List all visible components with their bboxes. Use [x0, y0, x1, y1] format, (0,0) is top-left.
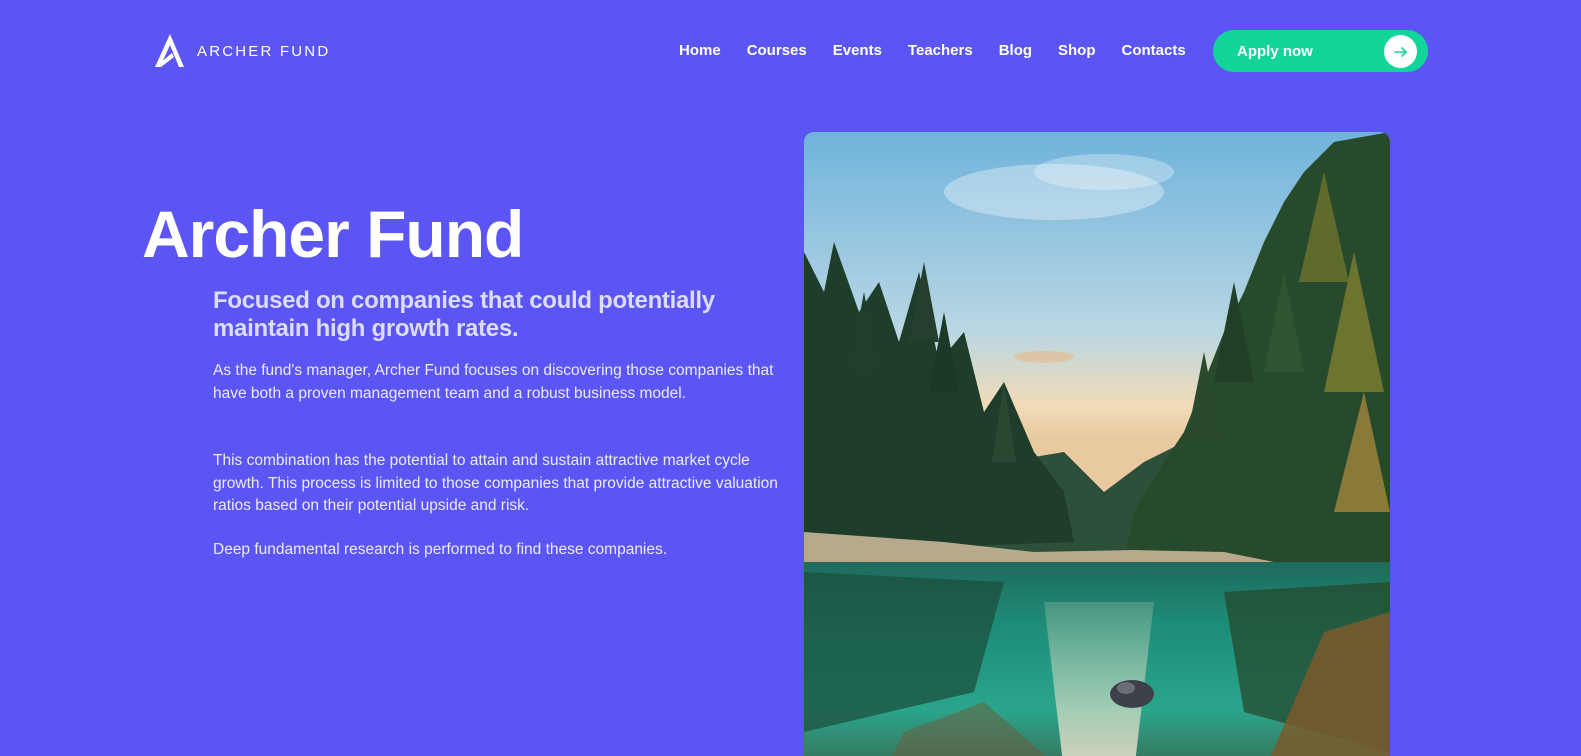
apply-now-button[interactable]: Apply now — [1213, 30, 1428, 72]
main-nav: Home Courses Events Teachers Blog Shop C… — [679, 41, 1212, 61]
lake-forest-photo — [804, 132, 1390, 756]
hero-paragraph-3: Deep fundamental research is performed t… — [213, 541, 668, 558]
hero-title: Archer Fund — [142, 197, 524, 271]
apply-now-label: Apply now — [1237, 42, 1313, 60]
hero-paragraph-2: This combination has the potential to at… — [213, 452, 778, 514]
nav-courses[interactable]: Courses — [747, 41, 807, 61]
nav-shop[interactable]: Shop — [1058, 41, 1096, 61]
nav-blog[interactable]: Blog — [999, 41, 1032, 61]
logo-text: ARCHER FUND — [197, 42, 331, 60]
nav-contacts[interactable]: Contacts — [1122, 41, 1186, 61]
nav-events[interactable]: Events — [833, 41, 882, 61]
hero-paragraph-1: As the fund's manager, Archer Fund focus… — [213, 362, 774, 402]
hero-subtitle: Focused on companies that could potentia… — [213, 287, 715, 342]
logo[interactable]: ARCHER FUND — [155, 33, 330, 69]
nav-teachers[interactable]: Teachers — [908, 41, 973, 61]
page: ARCHER FUND Home Courses Events Teachers… — [0, 0, 1581, 756]
nav-home[interactable]: Home — [679, 41, 721, 61]
arrow-right-icon — [1384, 35, 1417, 68]
archer-a-logo-icon — [155, 33, 185, 69]
